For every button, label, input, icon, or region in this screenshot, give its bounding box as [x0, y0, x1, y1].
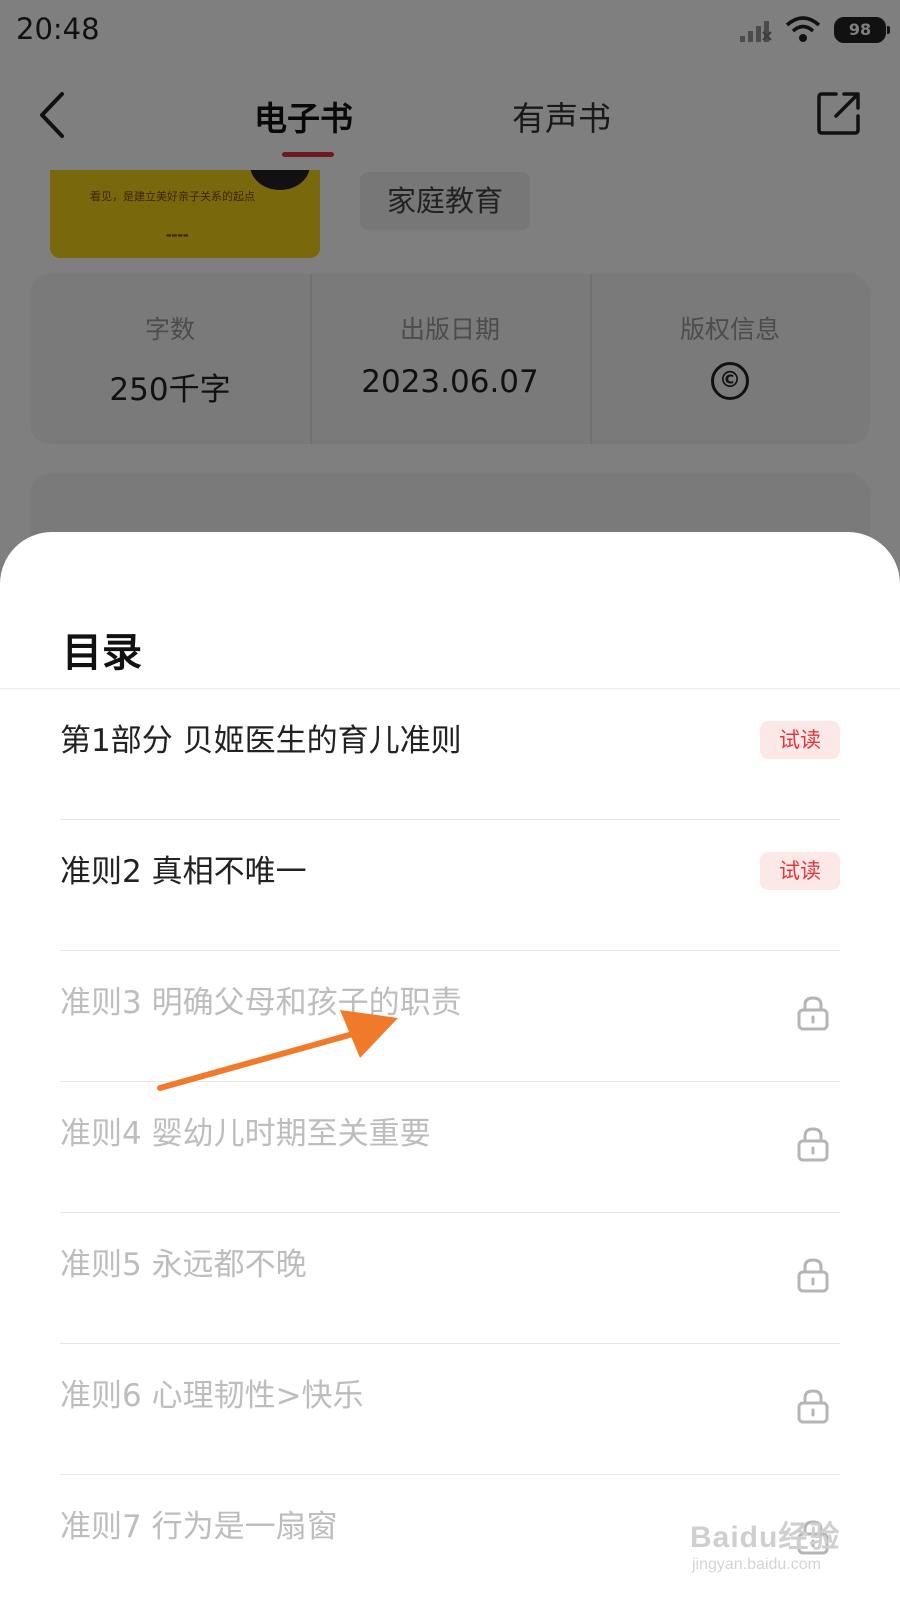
trial-badge: 试读 — [760, 721, 840, 759]
toc-item-title: 准则2 真相不唯一 — [60, 854, 307, 890]
toc-title: 目录 — [62, 630, 142, 676]
annotation-arrow — [157, 1010, 398, 1091]
toc-item-title: 准则6 心理韧性>快乐 — [60, 1378, 364, 1414]
toc-item[interactable]: 第1部分 贝姬医生的育儿准则 试读 — [60, 689, 840, 820]
toc-item-title: 第1部分 贝姬医生的育儿准则 — [60, 723, 462, 759]
toc-item[interactable]: 准则5 永远都不晚 — [60, 1213, 840, 1344]
toc-list: 第1部分 贝姬医生的育儿准则 试读 准则2 真相不唯一 试读 准则3 明确父母和… — [60, 689, 840, 1600]
toc-item-title: 准则5 永远都不晚 — [60, 1247, 307, 1283]
toc-item[interactable]: 准则2 真相不唯一 试读 — [60, 820, 840, 951]
toc-item[interactable]: 准则6 心理韧性>快乐 — [60, 1344, 840, 1475]
toc-item-title: 准则4 婴幼儿时期至关重要 — [60, 1116, 431, 1152]
toc-item-title: 准则7 行为是一扇窗 — [60, 1509, 338, 1545]
trial-badge: 试读 — [760, 852, 840, 890]
watermark-brand: Baidu经验 — [690, 1521, 841, 1554]
lock-icon — [797, 1258, 829, 1293]
baidu-watermark: Baidu经验 jingyan.baidu.com — [690, 1512, 860, 1582]
toc-bottom-sheet: 目录 第1部分 贝姬医生的育儿准则 试读 准则2 真相不唯一 试读 准则3 明确… — [0, 532, 900, 1600]
lock-icon — [797, 1389, 829, 1424]
lock-icon — [797, 996, 829, 1031]
watermark-url: jingyan.baidu.com — [692, 1556, 821, 1573]
book-detail-page: 20:48 98 电子书 有声书 看见，是建立美好亲子关系的起点 ▬▬▬▬ — [0, 0, 900, 1600]
toc-item[interactable]: 准则4 婴幼儿时期至关重要 — [60, 1082, 840, 1213]
lock-icon — [797, 1127, 829, 1162]
